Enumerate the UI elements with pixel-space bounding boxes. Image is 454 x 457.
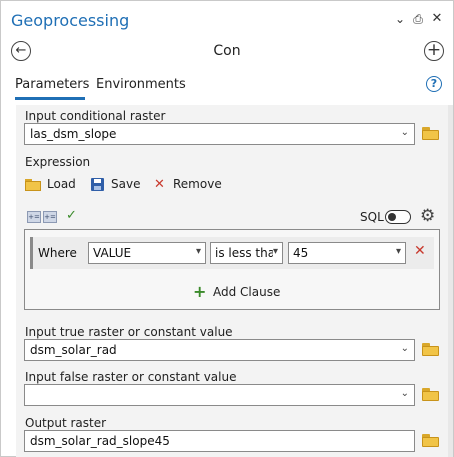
geoprocessing-pane: Geoprocessing ⌄ ⎙ ✕ ← Con + Parameters E… (0, 0, 454, 457)
chevron-down-icon: ▾ (195, 246, 201, 257)
expression-label: Expression (25, 155, 91, 169)
add-clause-button[interactable]: Add Clause (213, 285, 280, 299)
save-disk-icon (91, 178, 104, 191)
input-conditional-raster-dropdown[interactable]: las_dsm_slope ⌄ (24, 123, 415, 145)
value-select-value: 45 (293, 246, 309, 260)
gear-icon[interactable]: ⚙ (420, 206, 435, 226)
operator-select[interactable]: is less thar ▾ (210, 242, 283, 264)
group-clause-mode-icon[interactable]: += (43, 211, 57, 223)
plus-icon: + (426, 40, 442, 60)
field-select-value: VALUE (93, 246, 132, 260)
browse-folder-icon[interactable] (422, 343, 439, 356)
field-select[interactable]: VALUE ▾ (88, 242, 206, 264)
chevron-down-icon: ▾ (395, 246, 401, 257)
input-true-raster-dropdown[interactable]: dsm_solar_rad ⌄ (24, 339, 415, 361)
input-true-raster-label: Input true raster or constant value (25, 325, 233, 339)
active-tab-indicator (15, 97, 85, 100)
input-conditional-raster-label: Input conditional raster (25, 109, 166, 123)
pin-icon[interactable]: ⎙ (411, 12, 425, 26)
chevron-down-icon: ⌄ (400, 127, 409, 138)
tab-parameters[interactable]: Parameters (15, 77, 89, 92)
remove-button[interactable]: Remove (173, 177, 222, 191)
output-raster-value: dsm_solar_rad_slope45 (30, 434, 170, 448)
output-raster-field[interactable]: dsm_solar_rad_slope45 (24, 430, 415, 452)
input-false-raster-label: Input false raster or constant value (25, 370, 237, 384)
add-clause-mode-icon[interactable]: += (27, 211, 41, 223)
vertical-scrollbar[interactable] (448, 105, 453, 457)
remove-x-icon: ✕ (154, 177, 165, 192)
pane-title: Geoprocessing (11, 11, 130, 30)
value-select[interactable]: 45 ▾ (288, 242, 406, 264)
output-raster-label: Output raster (25, 416, 107, 430)
load-button[interactable]: Load (47, 177, 76, 191)
close-icon[interactable]: ✕ (430, 12, 444, 26)
add-clause-plus-icon[interactable]: + (193, 282, 206, 301)
chevron-down-icon: ⌄ (400, 343, 409, 354)
help-icon[interactable]: ? (426, 76, 442, 92)
chevron-down-icon: ⌄ (400, 388, 409, 399)
sql-label: SQL (360, 210, 384, 224)
input-conditional-raster-value: las_dsm_slope (30, 127, 117, 141)
tab-environments[interactable]: Environments (96, 77, 186, 92)
browse-folder-icon[interactable] (422, 434, 439, 447)
save-button[interactable]: Save (111, 177, 140, 191)
operator-select-value: is less thar (215, 246, 273, 260)
verify-checkmark-icon[interactable]: ✓ (66, 208, 77, 223)
input-true-raster-value: dsm_solar_rad (30, 343, 117, 357)
where-label: Where (38, 246, 77, 260)
add-button[interactable]: + (424, 41, 444, 61)
tool-name: Con (213, 43, 241, 59)
title-bar: Geoprocessing ⌄ ⎙ ✕ (1, 1, 453, 35)
chevron-down-icon: ▾ (272, 246, 278, 257)
load-folder-icon (25, 179, 41, 191)
sql-toggle[interactable] (385, 210, 411, 224)
browse-folder-icon[interactable] (422, 388, 439, 401)
browse-folder-icon[interactable] (422, 127, 439, 140)
input-false-raster-dropdown[interactable]: ⌄ (24, 384, 415, 406)
remove-clause-x-icon[interactable]: ✕ (414, 243, 426, 259)
pane-menu-chevron-icon[interactable]: ⌄ (393, 12, 407, 26)
